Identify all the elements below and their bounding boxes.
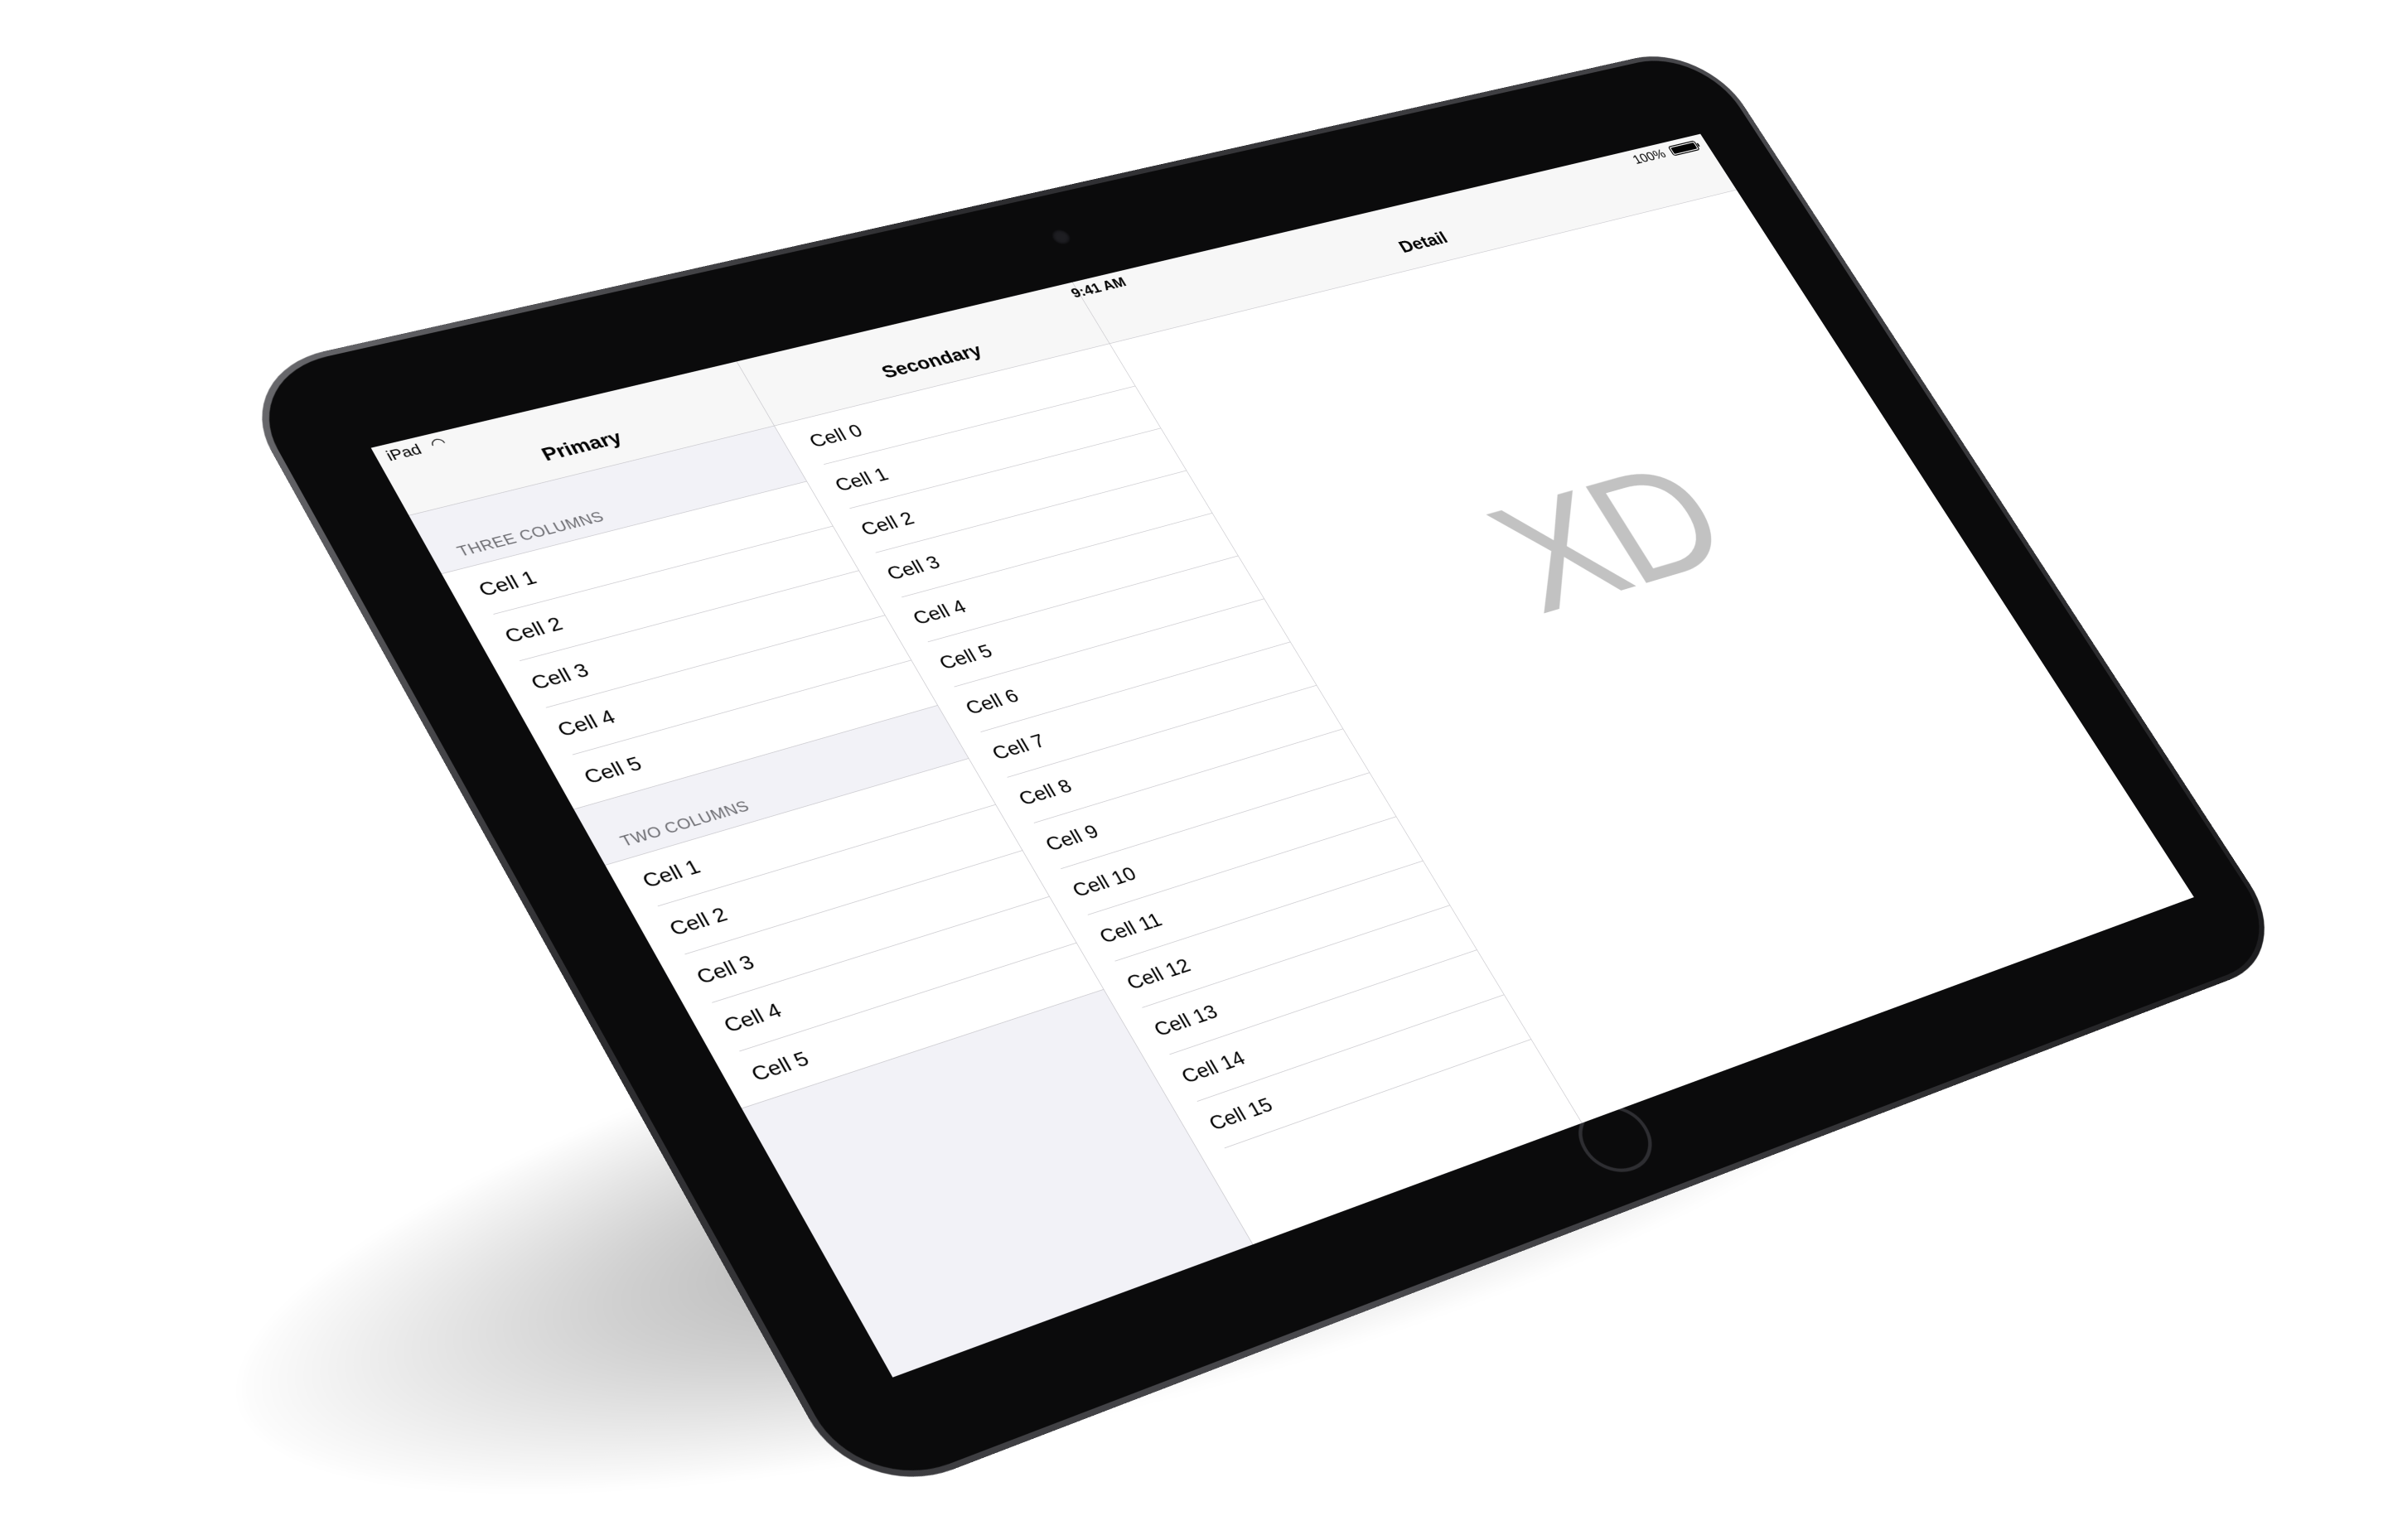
device-bezel: iPad ◠ 9:41 AM 100% Primary THREE COLUMN…	[237, 48, 2288, 1498]
scene: iPad ◠ 9:41 AM 100% Primary THREE COLUMN…	[0, 0, 2388, 1540]
detail-logo-text: XD	[1232, 374, 1955, 716]
ipad-device: iPad ◠ 9:41 AM 100% Primary THREE COLUMN…	[228, 43, 2295, 1506]
mockup-stage: iPad ◠ 9:41 AM 100% Primary THREE COLUMN…	[0, 0, 2388, 1540]
camera-icon	[1049, 228, 1074, 245]
device-screen: iPad ◠ 9:41 AM 100% Primary THREE COLUMN…	[371, 134, 2194, 1378]
